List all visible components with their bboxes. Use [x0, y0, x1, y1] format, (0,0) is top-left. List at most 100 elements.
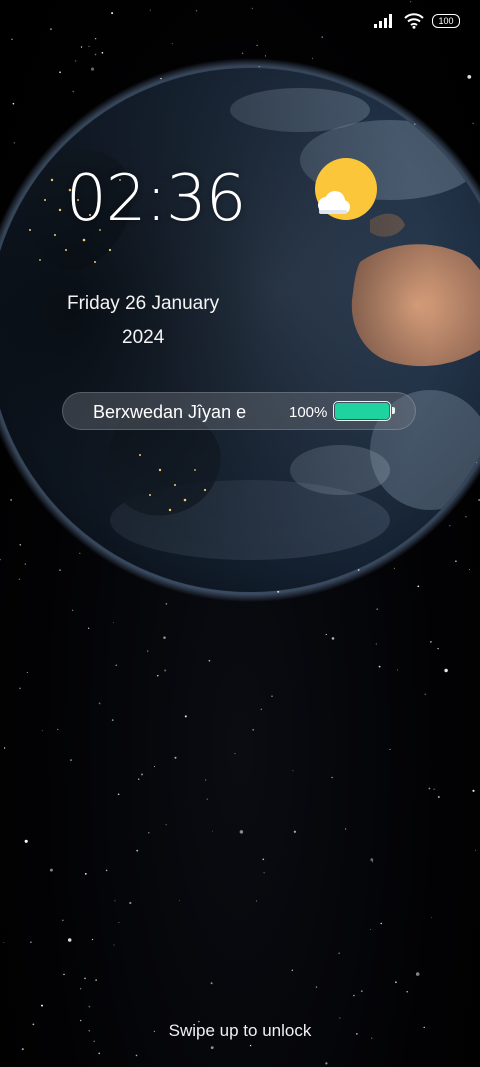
star	[424, 693, 426, 695]
star	[249, 1044, 252, 1047]
star	[62, 919, 64, 921]
star	[271, 695, 273, 697]
star	[433, 788, 435, 790]
star	[98, 702, 101, 705]
battery-pill-label: Berxwedan Jîyan e	[93, 402, 247, 422]
star	[79, 988, 82, 990]
star	[117, 793, 120, 796]
star	[292, 770, 294, 772]
star	[95, 979, 97, 981]
star	[239, 830, 244, 834]
star	[147, 650, 149, 652]
star	[3, 747, 6, 749]
star	[472, 789, 475, 792]
star	[252, 729, 254, 731]
battery-gauge-fill	[335, 403, 389, 419]
signal-icon	[374, 14, 392, 28]
star	[137, 778, 140, 780]
star	[91, 938, 94, 941]
star	[84, 872, 87, 875]
star	[164, 669, 167, 672]
star	[88, 1005, 91, 1008]
star	[431, 917, 433, 919]
star	[331, 776, 333, 779]
star	[395, 981, 397, 984]
star	[113, 944, 115, 946]
star	[3, 942, 5, 943]
star	[208, 659, 211, 662]
star	[98, 1052, 101, 1055]
star	[315, 986, 318, 988]
star	[263, 872, 265, 874]
star	[70, 759, 72, 762]
star	[291, 969, 293, 971]
star	[360, 990, 363, 993]
star	[415, 972, 420, 976]
star	[211, 830, 213, 832]
star	[118, 922, 120, 923]
star	[371, 861, 374, 863]
battery-gauge-icon	[333, 401, 395, 421]
star	[444, 668, 448, 673]
star	[380, 922, 382, 925]
star	[437, 647, 439, 650]
star	[375, 643, 377, 645]
star	[353, 994, 355, 997]
star	[141, 773, 143, 776]
star	[154, 766, 156, 768]
star	[115, 664, 118, 667]
star	[474, 849, 477, 851]
star	[67, 938, 72, 942]
star	[105, 869, 108, 872]
star	[406, 991, 408, 993]
star	[63, 973, 65, 976]
swipe-up-hint[interactable]: Swipe up to unlock	[0, 1021, 480, 1041]
star	[344, 828, 347, 830]
star	[234, 753, 236, 755]
star	[370, 929, 372, 930]
star	[378, 665, 381, 668]
star	[129, 901, 132, 905]
star	[260, 708, 263, 711]
star	[113, 622, 114, 623]
star	[165, 824, 167, 826]
star	[397, 669, 398, 671]
star	[26, 672, 28, 673]
star	[163, 636, 166, 639]
partly-sunny-icon[interactable]	[310, 156, 380, 226]
star	[325, 1062, 328, 1065]
star	[338, 952, 340, 954]
star	[210, 982, 213, 985]
star	[205, 779, 207, 781]
star	[21, 1048, 24, 1051]
battery-status-pill[interactable]: Berxwedan Jîyan e 100%	[62, 392, 416, 430]
star	[430, 641, 432, 643]
star	[293, 830, 297, 833]
star	[135, 1054, 138, 1057]
star	[24, 839, 28, 843]
lock-date: Friday 26 January	[67, 293, 220, 314]
star	[41, 730, 43, 732]
star	[256, 900, 257, 902]
battery-gauge-cap	[392, 407, 395, 414]
status-bar: 100	[374, 10, 460, 32]
star	[325, 633, 327, 636]
lock-clock: 02:36	[66, 162, 246, 236]
star	[174, 756, 177, 759]
star	[87, 627, 90, 629]
star	[210, 1046, 214, 1049]
star	[178, 900, 180, 902]
battery-icon: 100	[432, 14, 460, 28]
star	[389, 748, 391, 750]
wifi-icon	[404, 13, 424, 29]
star	[136, 849, 139, 852]
star	[428, 787, 431, 790]
star	[19, 687, 21, 690]
star	[84, 977, 86, 980]
star	[49, 868, 53, 872]
lock-screen[interactable]: 100 02:36 Friday 26 January 2024 Berxwed…	[0, 0, 480, 1067]
star	[114, 900, 116, 902]
star	[148, 831, 150, 834]
star	[206, 798, 208, 800]
lock-year: 2024	[122, 327, 165, 348]
